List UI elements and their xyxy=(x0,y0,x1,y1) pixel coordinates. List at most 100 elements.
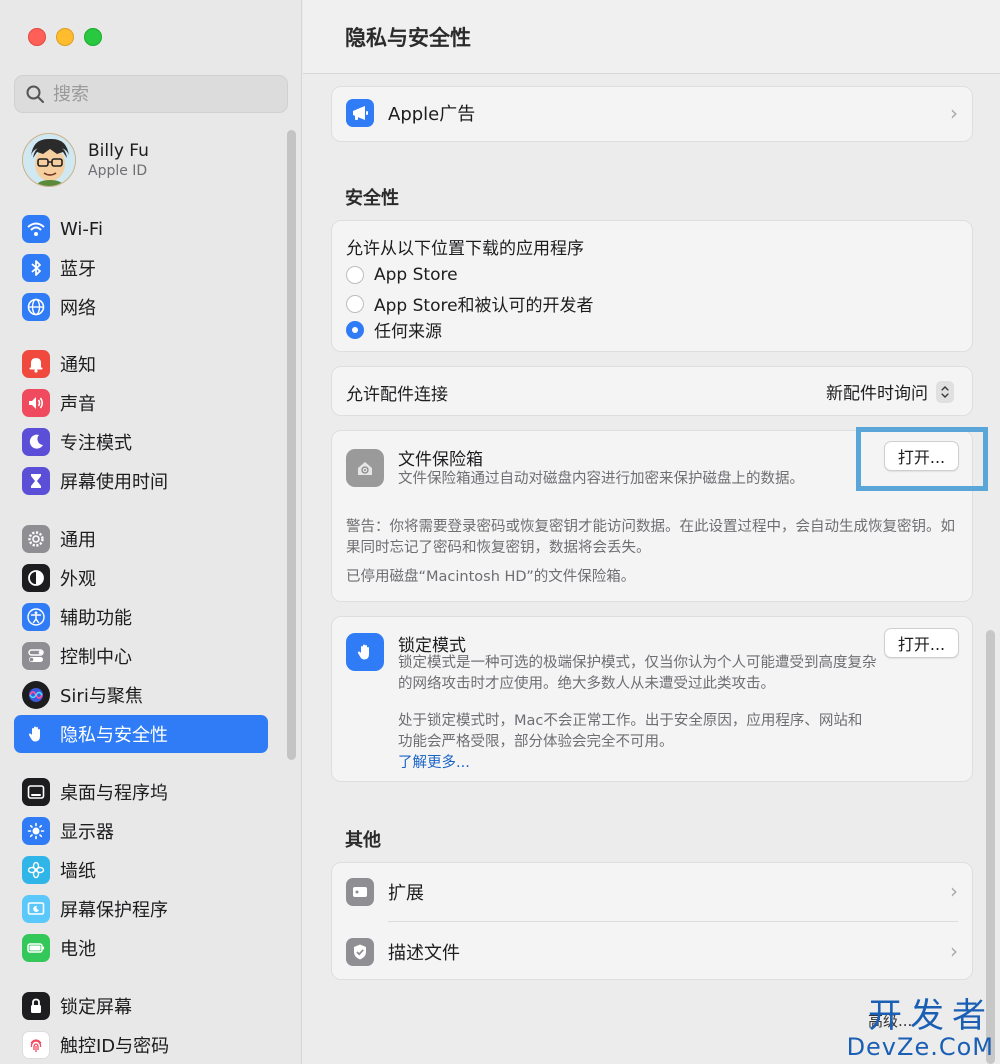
lockdown-card: 锁定模式 锁定模式是一种可选的极端保护模式，仅当你认为个人可能遭受到高度复杂的网… xyxy=(331,616,973,782)
radio-button-selected[interactable] xyxy=(346,320,364,339)
profiles-row[interactable]: 描述文件 xyxy=(346,937,986,967)
sidebar: Billy Fu Apple ID Wi-Fi 蓝牙 网络 xyxy=(0,0,302,1064)
sidebar-item-privacy-security[interactable]: 隐私与安全性 xyxy=(14,715,268,753)
zoom-window-button[interactable] xyxy=(84,28,102,46)
sidebar-item-notifications[interactable]: 通知 xyxy=(14,345,268,383)
accessory-card: 允许配件连接 新配件时询问 xyxy=(331,366,973,416)
globe-icon xyxy=(22,293,50,321)
radio-app-store-identified[interactable]: App Store和被认可的开发者 xyxy=(346,291,986,316)
app-download-card: 允许从以下位置下载的应用程序 App Store App Store和被认可的开… xyxy=(331,220,973,352)
profiles-label: 描述文件 xyxy=(388,943,460,964)
sidebar-item-label: 桌面与程序坞 xyxy=(60,783,168,804)
flower-icon xyxy=(22,856,50,884)
filevault-description: 文件保险箱通过自动对磁盘内容进行加密来保护磁盘上的数据。 xyxy=(398,471,804,487)
battery-icon xyxy=(22,934,50,962)
highlight-annotation xyxy=(856,427,988,491)
radio-anywhere[interactable]: 任何来源 xyxy=(346,317,986,342)
sidebar-item-label: 外观 xyxy=(60,569,96,590)
sidebar-item-accessibility[interactable]: 辅助功能 xyxy=(14,598,268,636)
security-section-title: 安全性 xyxy=(345,188,399,209)
accessory-popup[interactable]: 新配件时询问 xyxy=(826,379,954,404)
main-content: 隐私与安全性 Apple广告 › 安全性 允许从以下位置下载的应用程序 App … xyxy=(303,0,1000,1064)
accessibility-icon xyxy=(22,603,50,631)
chevron-right-icon: › xyxy=(950,101,958,125)
sidebar-item-focus[interactable]: 专注模式 xyxy=(14,423,268,461)
hand-icon xyxy=(22,720,50,748)
sidebar-item-desktop-dock[interactable]: 桌面与程序坞 xyxy=(14,773,268,811)
sidebar-item-label: 显示器 xyxy=(60,822,114,843)
filevault-house-icon xyxy=(346,449,384,487)
search-field[interactable] xyxy=(14,75,288,113)
sidebar-item-label: 专注模式 xyxy=(60,433,132,454)
sidebar-item-screen-time[interactable]: 屏幕使用时间 xyxy=(14,462,268,500)
bluetooth-icon xyxy=(22,254,50,282)
extensions-row[interactable]: 扩展 xyxy=(346,877,986,907)
close-window-button[interactable] xyxy=(28,28,46,46)
account-name: Billy Fu xyxy=(88,141,149,161)
sidebar-item-touch-id[interactable]: 触控ID与密码 xyxy=(14,1026,268,1064)
fingerprint-icon xyxy=(22,1031,50,1059)
search-input[interactable] xyxy=(53,83,253,105)
sidebar-item-siri[interactable]: Siri与聚焦 xyxy=(14,676,268,714)
profile-icon xyxy=(346,938,374,966)
sidebar-item-label: 电池 xyxy=(60,939,96,960)
download-source-title: 允许从以下位置下载的应用程序 xyxy=(346,239,584,259)
sidebar-item-label: 声音 xyxy=(60,394,96,415)
avatar xyxy=(22,133,76,187)
sidebar-item-label: 墙纸 xyxy=(60,861,96,882)
sidebar-item-label: 辅助功能 xyxy=(60,608,132,629)
toggle-icon xyxy=(22,642,50,670)
minimize-window-button[interactable] xyxy=(56,28,74,46)
page-title: 隐私与安全性 xyxy=(345,26,471,50)
sidebar-item-label: 触控ID与密码 xyxy=(60,1036,170,1057)
apple-ads-card[interactable]: Apple广告 › xyxy=(331,86,973,142)
sidebar-item-label: 蓝牙 xyxy=(60,259,96,280)
filevault-title: 文件保险箱 xyxy=(398,450,483,470)
sidebar-item-wifi[interactable]: Wi-Fi xyxy=(14,210,268,248)
lockdown-turn-on-button[interactable]: 打开... xyxy=(884,628,959,658)
sidebar-item-label: 通知 xyxy=(60,355,96,376)
radio-label: App Store xyxy=(374,265,458,285)
sidebar-item-bluetooth[interactable]: 蓝牙 xyxy=(14,249,268,287)
dock-icon xyxy=(22,778,50,806)
radio-button[interactable] xyxy=(346,294,364,313)
watermark-line-1: 开发者 xyxy=(868,996,994,1036)
filevault-warning: 警告：你将需要登录密码或恢复密钥才能访问数据。在此设置过程中，会自动生成恢复密钥… xyxy=(346,519,955,556)
sidebar-item-general[interactable]: 通用 xyxy=(14,520,268,558)
sidebar-item-lock-screen[interactable]: 锁定屏幕 xyxy=(14,987,268,1025)
sidebar-item-label: 网络 xyxy=(60,298,96,319)
lock-icon xyxy=(22,992,50,1020)
sidebar-item-label: Siri与聚焦 xyxy=(60,686,143,707)
radio-label: App Store和被认可的开发者 xyxy=(374,296,594,316)
sidebar-item-label: 屏幕使用时间 xyxy=(60,472,168,493)
sidebar-item-appearance[interactable]: 外观 xyxy=(14,559,268,597)
avatar-illustration-icon xyxy=(23,134,75,186)
lockdown-warning: 处于锁定模式时，Mac不会正常工作。出于安全原因，应用程序、网站和功能会严格受限… xyxy=(398,713,863,750)
screensaver-icon xyxy=(22,895,50,923)
sidebar-scrollbar[interactable] xyxy=(287,130,296,760)
watermark-line-2: DevZe.CoM xyxy=(846,1033,994,1061)
apple-id-account[interactable]: Billy Fu Apple ID xyxy=(22,133,149,187)
accessory-label: 允许配件连接 xyxy=(346,385,448,405)
lockdown-hand-icon xyxy=(346,633,384,671)
sidebar-item-displays[interactable]: 显示器 xyxy=(14,812,268,850)
radio-app-store[interactable]: App Store xyxy=(346,265,986,285)
sidebar-item-label: 隐私与安全性 xyxy=(60,725,168,746)
sidebar-item-label: 屏幕保护程序 xyxy=(60,900,168,921)
hourglass-icon xyxy=(22,467,50,495)
sidebar-item-sound[interactable]: 声音 xyxy=(14,384,268,422)
watermark: 开发者 DevZe.CoM xyxy=(847,998,994,1060)
other-card: 扩展 › 描述文件 › xyxy=(331,862,973,980)
sidebar-item-label: 控制中心 xyxy=(60,647,132,668)
updown-chevron-icon xyxy=(936,380,954,403)
sidebar-item-network[interactable]: 网络 xyxy=(14,288,268,326)
sidebar-item-battery[interactable]: 电池 xyxy=(14,929,268,967)
sidebar-item-wallpaper[interactable]: 墙纸 xyxy=(14,851,268,889)
radio-button[interactable] xyxy=(346,266,364,284)
chevron-right-icon: › xyxy=(950,939,958,963)
appearance-icon xyxy=(22,564,50,592)
learn-more-link[interactable]: 了解更多... xyxy=(398,751,470,772)
sidebar-item-control-center[interactable]: 控制中心 xyxy=(14,637,268,675)
sidebar-item-screen-saver[interactable]: 屏幕保护程序 xyxy=(14,890,268,928)
speaker-icon xyxy=(22,389,50,417)
